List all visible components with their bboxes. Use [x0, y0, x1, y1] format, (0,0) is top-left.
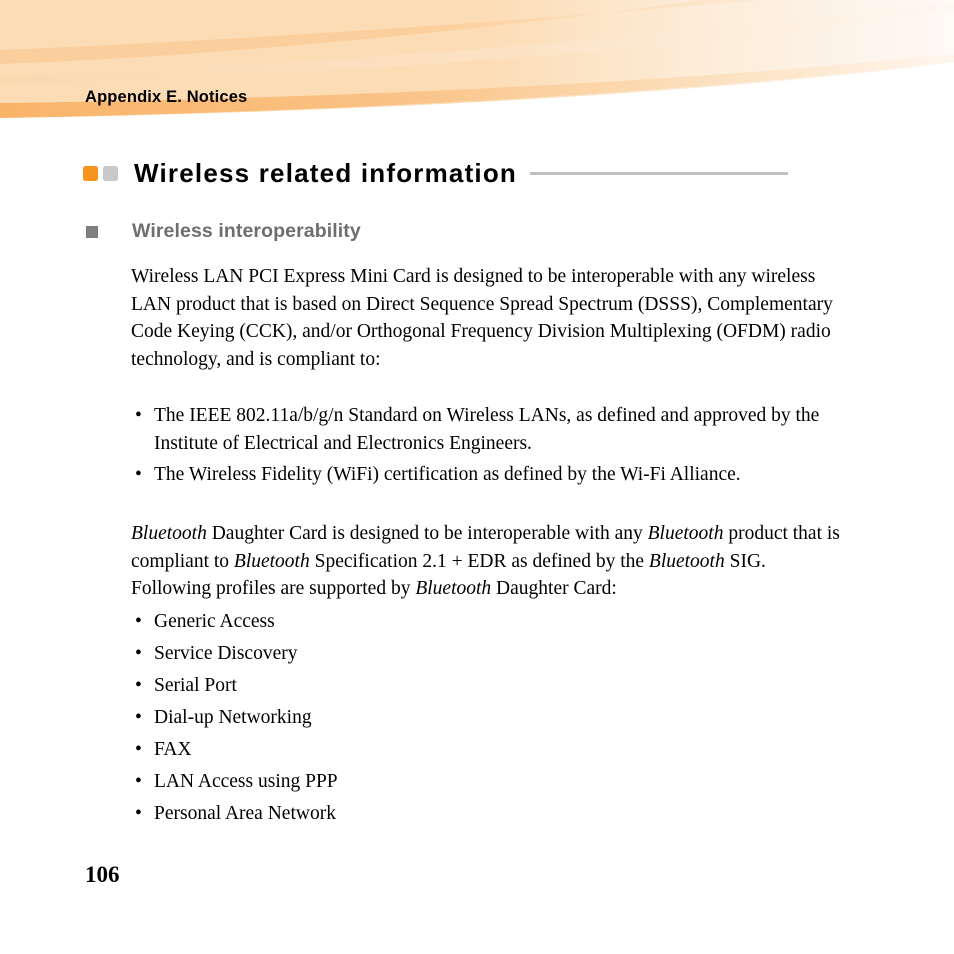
intro-paragraph: Wireless LAN PCI Express Mini Card is de…: [131, 266, 833, 370]
section-title-text: Wireless related information: [134, 157, 518, 188]
subsection-heading-text: Wireless interoperability: [132, 220, 361, 242]
list-item: FAX: [131, 736, 843, 764]
subsection-heading: Wireless interoperability: [86, 220, 361, 243]
orange-square-icon: [83, 165, 98, 181]
section-title: Wireless related information: [83, 157, 954, 189]
profiles-bullet-list: Generic Access Service Discovery Serial …: [131, 608, 843, 828]
list-item: The Wireless Fidelity (WiFi) certificati…: [131, 461, 843, 489]
gray-square-icon: [103, 165, 118, 181]
standards-list-block: The IEEE 802.11a/b/g/n Standard on Wirel…: [131, 402, 843, 489]
list-item: Personal Area Network: [131, 800, 843, 828]
bluetooth-paragraph: Bluetooth Daughter Card is designed to b…: [131, 520, 843, 603]
list-item: Dial-up Networking: [131, 704, 843, 732]
page-header-banner: Appendix E. Notices: [0, 0, 954, 130]
list-item: Service Discovery: [131, 640, 843, 668]
bluetooth-paragraph-block: Bluetooth Daughter Card is designed to b…: [131, 520, 843, 603]
bluetooth-term: Bluetooth: [648, 550, 725, 572]
standards-bullet-list: The IEEE 802.11a/b/g/n Standard on Wirel…: [131, 402, 843, 489]
list-item: Generic Access: [131, 608, 843, 636]
chapter-title: Appendix E. Notices: [85, 88, 248, 106]
bluetooth-term: Bluetooth: [647, 523, 724, 544]
bluetooth-term: Bluetooth: [233, 550, 310, 572]
square-bullet-icon: [86, 225, 98, 238]
bluetooth-text-3: Specification 2.1 + EDR as defined by th…: [309, 550, 649, 572]
intro-paragraph-block: Wireless LAN PCI Express Mini Card is de…: [131, 263, 843, 373]
bluetooth-text-1: Daughter Card is designed to be interope…: [206, 523, 648, 544]
bluetooth-text-5: Daughter Card:: [491, 578, 617, 599]
banner-graphic: [0, 0, 954, 118]
profiles-list-block: Generic Access Service Discovery Serial …: [131, 608, 843, 832]
list-item: LAN Access using PPP: [131, 768, 843, 796]
title-divider-rule: [530, 171, 789, 175]
page-number: 106: [85, 862, 120, 887]
bluetooth-term: Bluetooth: [415, 578, 492, 599]
bluetooth-term: Bluetooth: [131, 523, 207, 544]
list-item: The IEEE 802.11a/b/g/n Standard on Wirel…: [131, 402, 843, 457]
list-item: Serial Port: [131, 672, 843, 700]
